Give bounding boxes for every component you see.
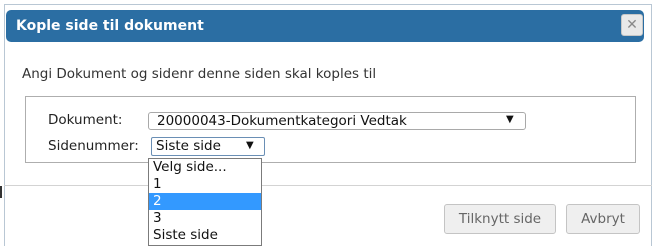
chevron-down-icon: ▼ [246, 140, 254, 151]
dropdown-option[interactable]: 1 [149, 176, 261, 193]
attach-page-button[interactable]: Tilknytt side [444, 204, 556, 234]
dialog-title: Kople side til dokument [16, 18, 204, 34]
cancel-button[interactable]: Avbryt [566, 204, 640, 234]
edge-mark [0, 186, 2, 198]
chevron-down-icon: ▼ [506, 114, 514, 125]
page-number-select-value: Siste side [156, 138, 221, 154]
page-number-label: Sidenummer: [48, 138, 139, 154]
page-number-dropdown-list[interactable]: Velg side... 1 2 3 Siste side [148, 158, 262, 246]
dropdown-option[interactable]: 3 [149, 210, 261, 227]
footer-divider [4, 185, 652, 186]
close-icon[interactable]: ✕ [621, 14, 643, 36]
dropdown-option[interactable]: Velg side... [149, 159, 261, 176]
document-label: Dokument: [48, 112, 123, 128]
document-select[interactable]: 20000043-Dokumentkategori Vedtak ▼ [148, 112, 526, 130]
dropdown-option-selected[interactable]: 2 [149, 193, 261, 210]
page-number-select[interactable]: Siste side ▼ [151, 137, 265, 156]
instruction-text: Angi Dokument og sidenr denne siden skal… [22, 66, 377, 82]
dialog-titlebar[interactable]: Kople side til dokument ✕ [6, 10, 644, 42]
dropdown-option[interactable]: Siste side [149, 227, 261, 244]
document-select-value: 20000043-Dokumentkategori Vedtak [157, 113, 407, 129]
